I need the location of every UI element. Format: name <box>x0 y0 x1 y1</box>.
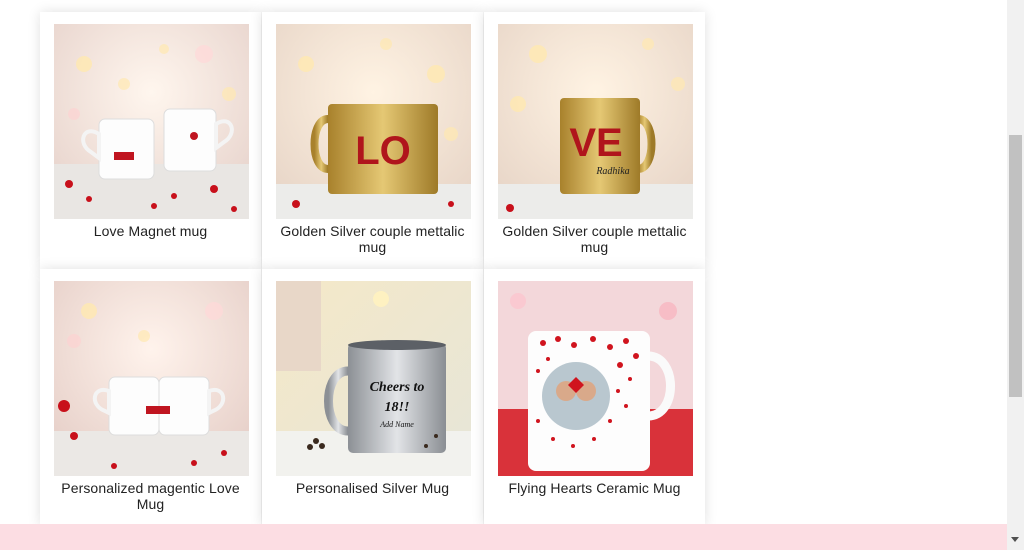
product-card[interactable]: LO Golden Silver couple mettalic mug <box>262 12 483 269</box>
page-scrollbar[interactable] <box>1007 0 1024 550</box>
scrollbar-thumb[interactable] <box>1009 135 1022 397</box>
silver-mug-image[interactable]: Cheers to 18!! Add Name <box>276 281 471 476</box>
product-card[interactable]: VE Radhika Golden Silver couple mettalic… <box>484 12 705 269</box>
mug-addname-text: Add Name <box>379 420 414 429</box>
product-title[interactable]: Golden Silver couple mettalic mug <box>270 223 475 255</box>
product-card[interactable]: Personalized magentic Love Mug <box>40 269 261 526</box>
product-title[interactable]: Golden Silver couple mettalic mug <box>492 223 697 255</box>
golden-mug-lo-image[interactable]: LO <box>276 24 471 219</box>
mug-ve-text: VE <box>569 121 622 165</box>
page-viewport: Love Magnet mug LO Golden Silver couple … <box>0 0 1007 550</box>
scroll-down-arrow-icon[interactable] <box>1011 537 1019 542</box>
mug-age-text: 18!! <box>385 400 410 415</box>
love-magnet-mug-image[interactable] <box>54 24 249 219</box>
product-card[interactable]: Flying Hearts Ceramic Mug <box>484 269 705 526</box>
magnetic-love-mugs-image[interactable] <box>54 281 249 476</box>
footer-band <box>0 524 1007 550</box>
mug-cheers-text: Cheers to <box>370 380 425 395</box>
product-title[interactable]: Personalized magentic Love Mug <box>48 480 253 512</box>
mug-lo-text: LO <box>355 129 411 173</box>
product-card[interactable]: Cheers to 18!! Add Name Personalised Sil… <box>262 269 483 526</box>
product-title[interactable]: Personalised Silver Mug <box>270 480 475 496</box>
mug-name-text: Radhika <box>595 166 629 177</box>
flying-hearts-mug-image[interactable] <box>498 281 693 476</box>
product-title[interactable]: Love Magnet mug <box>48 223 253 239</box>
product-card[interactable]: Love Magnet mug <box>40 12 261 269</box>
product-title[interactable]: Flying Hearts Ceramic Mug <box>492 480 697 496</box>
golden-mug-ve-image[interactable]: VE Radhika <box>498 24 693 219</box>
